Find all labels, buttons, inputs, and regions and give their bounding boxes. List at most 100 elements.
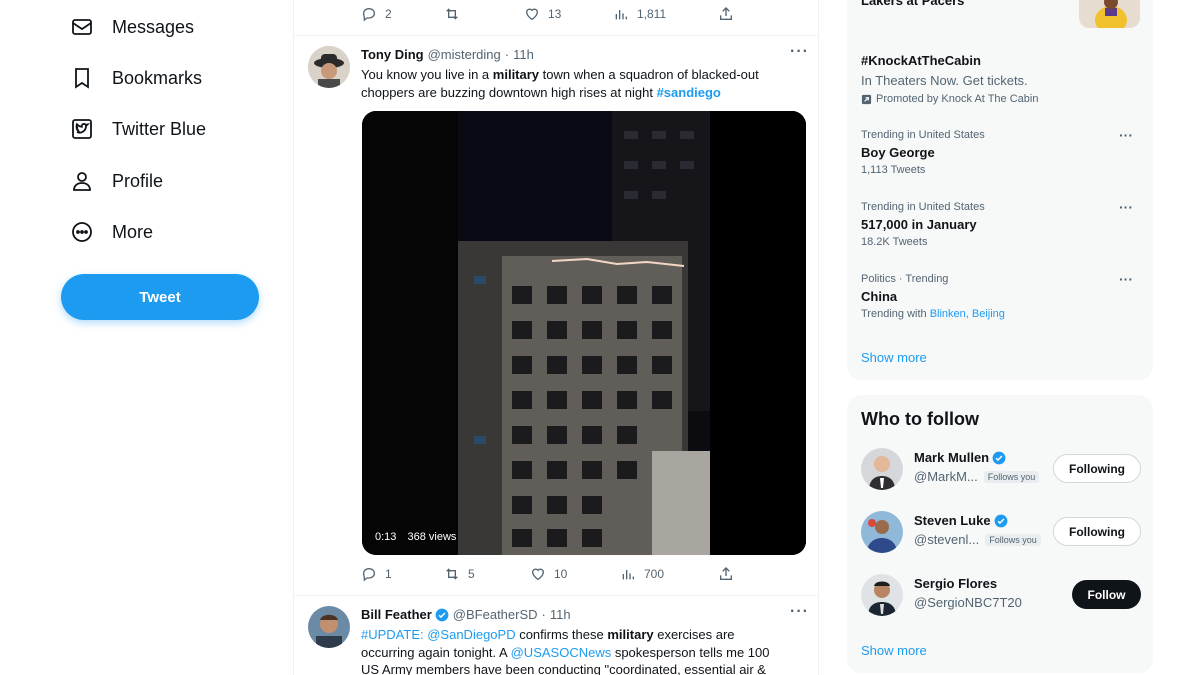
- who-to-follow-card: Who to follow Mark Mullen @MarkM... Follo…: [847, 395, 1153, 673]
- user-name[interactable]: Mark Mullen: [914, 450, 989, 465]
- who-to-follow-title: Who to follow: [861, 409, 979, 429]
- author-handle[interactable]: @misterding: [428, 47, 501, 62]
- tweet-header: Tony Ding @misterding · 11h: [361, 47, 534, 62]
- trend-count: Trending with Blinken, Beijing: [861, 308, 1141, 320]
- hashtag-link[interactable]: #sandiego: [657, 85, 721, 100]
- author-name[interactable]: Bill Feather: [361, 607, 432, 622]
- trend-meta: Trending in United States: [861, 129, 985, 141]
- show-more-link[interactable]: Show more: [861, 643, 927, 658]
- user-handle: @stevenl...: [914, 532, 980, 547]
- trend-title: 517,000 in January: [861, 217, 977, 232]
- trend-meta: Politics · Trending: [861, 273, 949, 285]
- event-thumbnail-image: [1079, 0, 1140, 28]
- nav-item-twitter-blue[interactable]: Twitter Blue: [70, 109, 206, 149]
- retweet-button[interactable]: 5: [444, 566, 475, 582]
- trend-item[interactable]: Trending in United States 517,000 in Jan…: [861, 199, 1141, 248]
- mention-link[interactable]: @USASOCNews: [511, 645, 612, 660]
- reply-button[interactable]: 1: [361, 566, 392, 582]
- avatar[interactable]: [308, 606, 350, 648]
- twitter-blue-icon: [72, 119, 92, 139]
- retweet-button[interactable]: [444, 6, 460, 22]
- mention-link[interactable]: @SanDiegoPD: [427, 627, 515, 642]
- follow-suggestion[interactable]: Sergio Flores @SergioNBC7T20 Follow: [861, 574, 1141, 618]
- more-options-icon[interactable]: ···: [1119, 199, 1133, 215]
- tweet-text-bold: military: [607, 627, 654, 642]
- verified-badge-icon: [992, 451, 1006, 464]
- like-button[interactable]: 13: [524, 6, 561, 22]
- views-chart-icon: [622, 570, 634, 580]
- avatar-image: [861, 574, 903, 616]
- more-options-icon[interactable]: ···: [790, 603, 809, 621]
- tweet-button[interactable]: Tweet: [61, 274, 259, 320]
- avatar[interactable]: [308, 46, 350, 88]
- trend-related-links[interactable]: Blinken, Beijing: [930, 308, 1005, 320]
- views-button[interactable]: 700: [620, 566, 664, 582]
- nav-item-profile[interactable]: Profile: [70, 161, 163, 201]
- user-name-row: Mark Mullen: [914, 450, 1006, 465]
- nav-item-messages[interactable]: Messages: [70, 7, 194, 47]
- user-name[interactable]: Sergio Flores: [914, 576, 997, 591]
- video-player[interactable]: 0:13 368 views: [362, 111, 806, 555]
- divider: [294, 35, 818, 36]
- avatar-image: [308, 46, 350, 88]
- like-button[interactable]: 10: [530, 566, 567, 582]
- nav-label: More: [112, 221, 154, 242]
- author-name[interactable]: Tony Ding: [361, 47, 424, 62]
- like-count: 10: [554, 567, 568, 581]
- divider: [294, 595, 818, 596]
- user-name-row: Sergio Flores: [914, 576, 997, 591]
- more-options-icon[interactable]: ···: [1119, 271, 1133, 287]
- retweet-count: 5: [468, 567, 475, 581]
- tweet-text: You know you live in a military town whe…: [361, 66, 781, 101]
- hashtag-link[interactable]: #UPDATE:: [361, 627, 424, 642]
- trend-item[interactable]: Politics · Trending China Trending with …: [861, 271, 1141, 320]
- show-more-link[interactable]: Show more: [861, 350, 927, 365]
- video-meta: 0:13 368 views: [375, 531, 464, 543]
- follow-button[interactable]: Follow: [1072, 580, 1141, 609]
- trend-title: Boy George: [861, 145, 935, 160]
- follow-suggestion[interactable]: Steven Luke @stevenl... Follows you Follo…: [861, 511, 1141, 555]
- tweet-text-bold: military: [492, 67, 540, 82]
- retweet-icon: [446, 568, 458, 580]
- avatar[interactable]: [861, 574, 903, 616]
- trend-event-title[interactable]: Lakers at Pacers: [861, 0, 964, 8]
- trend-item[interactable]: Trending in United States Boy George 1,1…: [861, 127, 1141, 176]
- separator-dot: ·: [541, 607, 546, 622]
- tweet-action-bar: 1 5 10 700: [361, 566, 741, 586]
- more-circle-icon: [72, 222, 92, 242]
- promo-subtitle: In Theaters Now. Get tickets.: [861, 73, 1028, 88]
- more-options-icon[interactable]: ···: [790, 43, 809, 61]
- nav-label: Twitter Blue: [112, 118, 207, 139]
- following-button[interactable]: Following: [1053, 454, 1141, 483]
- avatar[interactable]: [861, 511, 903, 553]
- tweet-text: #UPDATE: @SanDiegoPD confirms these mili…: [361, 626, 791, 675]
- promoted-icon: [861, 94, 872, 104]
- views-button[interactable]: 1,811: [613, 6, 666, 22]
- promoted-trend[interactable]: #KnockAtTheCabin In Theaters Now. Get ti…: [861, 53, 1141, 105]
- share-button[interactable]: [718, 6, 734, 22]
- follows-you-badge: Follows you: [985, 533, 1041, 546]
- trend-count: 1,113 Tweets: [861, 164, 926, 176]
- trends-card: Lakers at Pacers #KnockAtTheCabin In The…: [847, 0, 1153, 380]
- nav-item-bookmarks[interactable]: Bookmarks: [70, 58, 202, 98]
- promoted-text: Promoted by Knock At The Cabin: [876, 93, 1039, 105]
- nav-item-more[interactable]: More: [70, 212, 153, 252]
- user-name[interactable]: Steven Luke: [914, 513, 991, 528]
- bookmark-icon: [75, 68, 89, 89]
- share-button[interactable]: [718, 566, 734, 582]
- separator-dot: ·: [504, 47, 510, 62]
- heart-icon: [525, 8, 539, 21]
- retweet-icon: [446, 8, 458, 20]
- views-chart-icon: [615, 10, 627, 20]
- author-handle[interactable]: @BFeatherSD: [453, 607, 538, 622]
- video-views: 368 views: [407, 531, 457, 543]
- event-thumbnail[interactable]: [1079, 0, 1140, 28]
- tweet-time[interactable]: 11h: [550, 607, 571, 622]
- reply-count: 1: [385, 567, 392, 581]
- tweet-time[interactable]: 11h: [513, 47, 534, 62]
- following-button[interactable]: Following: [1053, 517, 1141, 546]
- more-options-icon[interactable]: ···: [1119, 127, 1133, 143]
- avatar[interactable]: [861, 448, 903, 490]
- follow-suggestion[interactable]: Mark Mullen @MarkM... Follows you Followi…: [861, 448, 1141, 492]
- reply-button[interactable]: 2: [361, 6, 392, 22]
